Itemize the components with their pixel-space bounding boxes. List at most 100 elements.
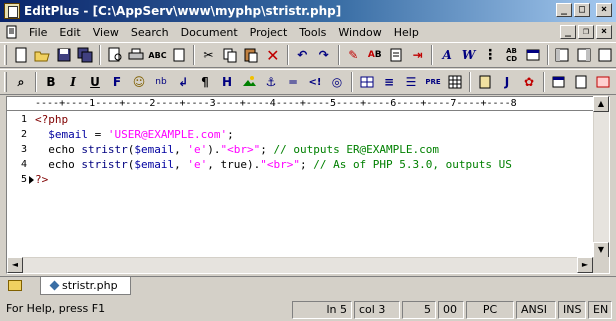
plugin-icon[interactable]: ✿	[518, 71, 540, 93]
menu-window[interactable]: Window	[332, 24, 387, 41]
menu-tools[interactable]: Tools	[293, 24, 332, 41]
grid-icon[interactable]	[444, 71, 466, 93]
hr-icon[interactable]: ═	[282, 71, 304, 93]
toolbar-handle[interactable]	[4, 45, 7, 65]
menu-project[interactable]: Project	[244, 24, 294, 41]
current-line-arrow-icon	[29, 176, 34, 184]
tab-stristr-php[interactable]: stristr.php	[40, 277, 131, 295]
menu-help[interactable]: Help	[388, 24, 425, 41]
code-token: , true).	[207, 158, 261, 171]
browser-icon[interactable]	[592, 71, 614, 93]
paragraph-icon[interactable]: ¶	[194, 71, 216, 93]
find-icon[interactable]: ⌕	[10, 71, 32, 93]
code-token: "<br>"	[260, 158, 300, 171]
heading-icon[interactable]: H	[216, 71, 238, 93]
run-icon[interactable]	[548, 71, 570, 93]
code-line[interactable]: ?>	[35, 172, 593, 187]
center-icon[interactable]: ≡	[378, 71, 400, 93]
nbsp-icon[interactable]: nb	[150, 71, 172, 93]
scroll-left-button[interactable]: ◄	[7, 257, 23, 273]
replace-icon[interactable]: AB	[364, 44, 385, 66]
code-line[interactable]: <?php	[35, 112, 593, 127]
menu-file[interactable]: File	[23, 24, 53, 41]
open-icon[interactable]	[31, 44, 52, 66]
copy-icon[interactable]	[219, 44, 240, 66]
java-icon[interactable]: J	[496, 71, 518, 93]
code-token: ?>	[35, 173, 49, 186]
redo-icon[interactable]: ↷	[313, 44, 334, 66]
folder-icon[interactable]	[8, 280, 22, 291]
page-icon[interactable]	[168, 44, 189, 66]
code-area[interactable]: <?php $email = 'USER@EXAMPLE.com'; echo …	[35, 112, 593, 258]
print-preview-icon[interactable]	[104, 44, 125, 66]
status-bar: For Help, press F1 ln 5 col 3 5 00 PC AN…	[0, 298, 616, 321]
print-icon[interactable]	[125, 44, 146, 66]
toolbar-handle[interactable]	[4, 72, 7, 92]
scroll-down-button[interactable]: ▼	[593, 242, 609, 258]
bold-icon[interactable]: B	[40, 71, 62, 93]
font-icon[interactable]: A	[436, 44, 457, 66]
spell-check-icon[interactable]: ABC	[147, 44, 168, 66]
menu-document[interactable]: Document	[175, 24, 244, 41]
code-token: "<br>"	[220, 143, 261, 156]
line-number-gutter[interactable]: 1 2 3 4 5	[7, 112, 35, 258]
copy-file-icon[interactable]	[385, 44, 406, 66]
editor-pane[interactable]: ----+----1----+----2----+----3----+----4…	[6, 96, 610, 274]
scroll-right-button[interactable]: ►	[577, 257, 593, 273]
delete-icon[interactable]: ✕	[262, 44, 283, 66]
code-line[interactable]: echo stristr($email, 'e')."<br>"; // out…	[35, 142, 593, 157]
save-icon[interactable]	[53, 44, 74, 66]
italic-icon[interactable]: I	[62, 71, 84, 93]
image-icon[interactable]	[238, 71, 260, 93]
vertical-scrollbar[interactable]: ▲ ▼	[593, 96, 609, 258]
cut-icon[interactable]: ✂	[198, 44, 219, 66]
code-line[interactable]: $email = 'USER@EXAMPLE.com';	[35, 127, 593, 142]
menu-view[interactable]: View	[87, 24, 125, 41]
table-icon[interactable]	[356, 71, 378, 93]
target-icon[interactable]: ◎	[326, 71, 348, 93]
line-number: 1	[20, 114, 27, 125]
highlight-icon[interactable]: ✎	[343, 44, 364, 66]
form-icon[interactable]	[474, 71, 496, 93]
window-icon[interactable]	[595, 44, 616, 66]
doc-minimize-button[interactable]: _	[560, 25, 576, 39]
menu-search[interactable]: Search	[125, 24, 175, 41]
preview-icon[interactable]	[570, 71, 592, 93]
line-number: 3	[20, 144, 27, 155]
output-icon[interactable]	[522, 44, 543, 66]
html-toolbar: ⌕ B I U F ☺ nb ↲ ¶ H ⚓ ═ <! ◎ ≡ ☰ PRE J …	[0, 69, 616, 95]
cliptext-icon[interactable]	[573, 44, 594, 66]
status-ins: INS	[558, 300, 586, 319]
horizontal-scrollbar[interactable]: ◄ ►	[7, 257, 593, 273]
word-wrap-icon[interactable]: W	[458, 44, 479, 66]
paste-icon[interactable]	[241, 44, 262, 66]
abc-icon[interactable]: AB CD	[501, 44, 522, 66]
status-help: For Help, press F1	[6, 301, 106, 315]
save-all-icon[interactable]	[74, 44, 95, 66]
document-icon[interactable]	[4, 24, 20, 40]
maximize-button[interactable]: □	[574, 3, 590, 17]
pre-icon[interactable]: PRE	[422, 71, 444, 93]
directory-icon[interactable]	[552, 44, 573, 66]
goto-icon[interactable]: ⇥	[407, 44, 428, 66]
doc-restore-button[interactable]: ❐	[578, 25, 594, 39]
line-break-icon[interactable]: ↲	[172, 71, 194, 93]
scroll-up-button[interactable]: ▲	[593, 96, 609, 112]
menu-edit[interactable]: Edit	[53, 24, 86, 41]
align-icon[interactable]: ☰	[400, 71, 422, 93]
code-token: stristr	[81, 143, 128, 156]
close-button[interactable]: ×	[596, 3, 612, 17]
editplus-app-icon[interactable]	[4, 3, 20, 19]
underline-icon[interactable]: U	[84, 71, 106, 93]
comment-icon[interactable]: <!	[304, 71, 326, 93]
minimize-button[interactable]: _	[556, 3, 572, 17]
font-face-icon[interactable]: F	[106, 71, 128, 93]
column-icon[interactable]: ⋮	[479, 44, 500, 66]
color-icon[interactable]: ☺	[128, 71, 150, 93]
undo-icon[interactable]: ↶	[292, 44, 313, 66]
anchor-icon[interactable]: ⚓	[260, 71, 282, 93]
code-token: 'USER@EXAMPLE.com'	[107, 128, 228, 141]
new-file-icon[interactable]	[10, 44, 31, 66]
code-line[interactable]: echo stristr($email, 'e', true)."<br>"; …	[35, 157, 593, 172]
doc-close-button[interactable]: ×	[596, 25, 612, 39]
